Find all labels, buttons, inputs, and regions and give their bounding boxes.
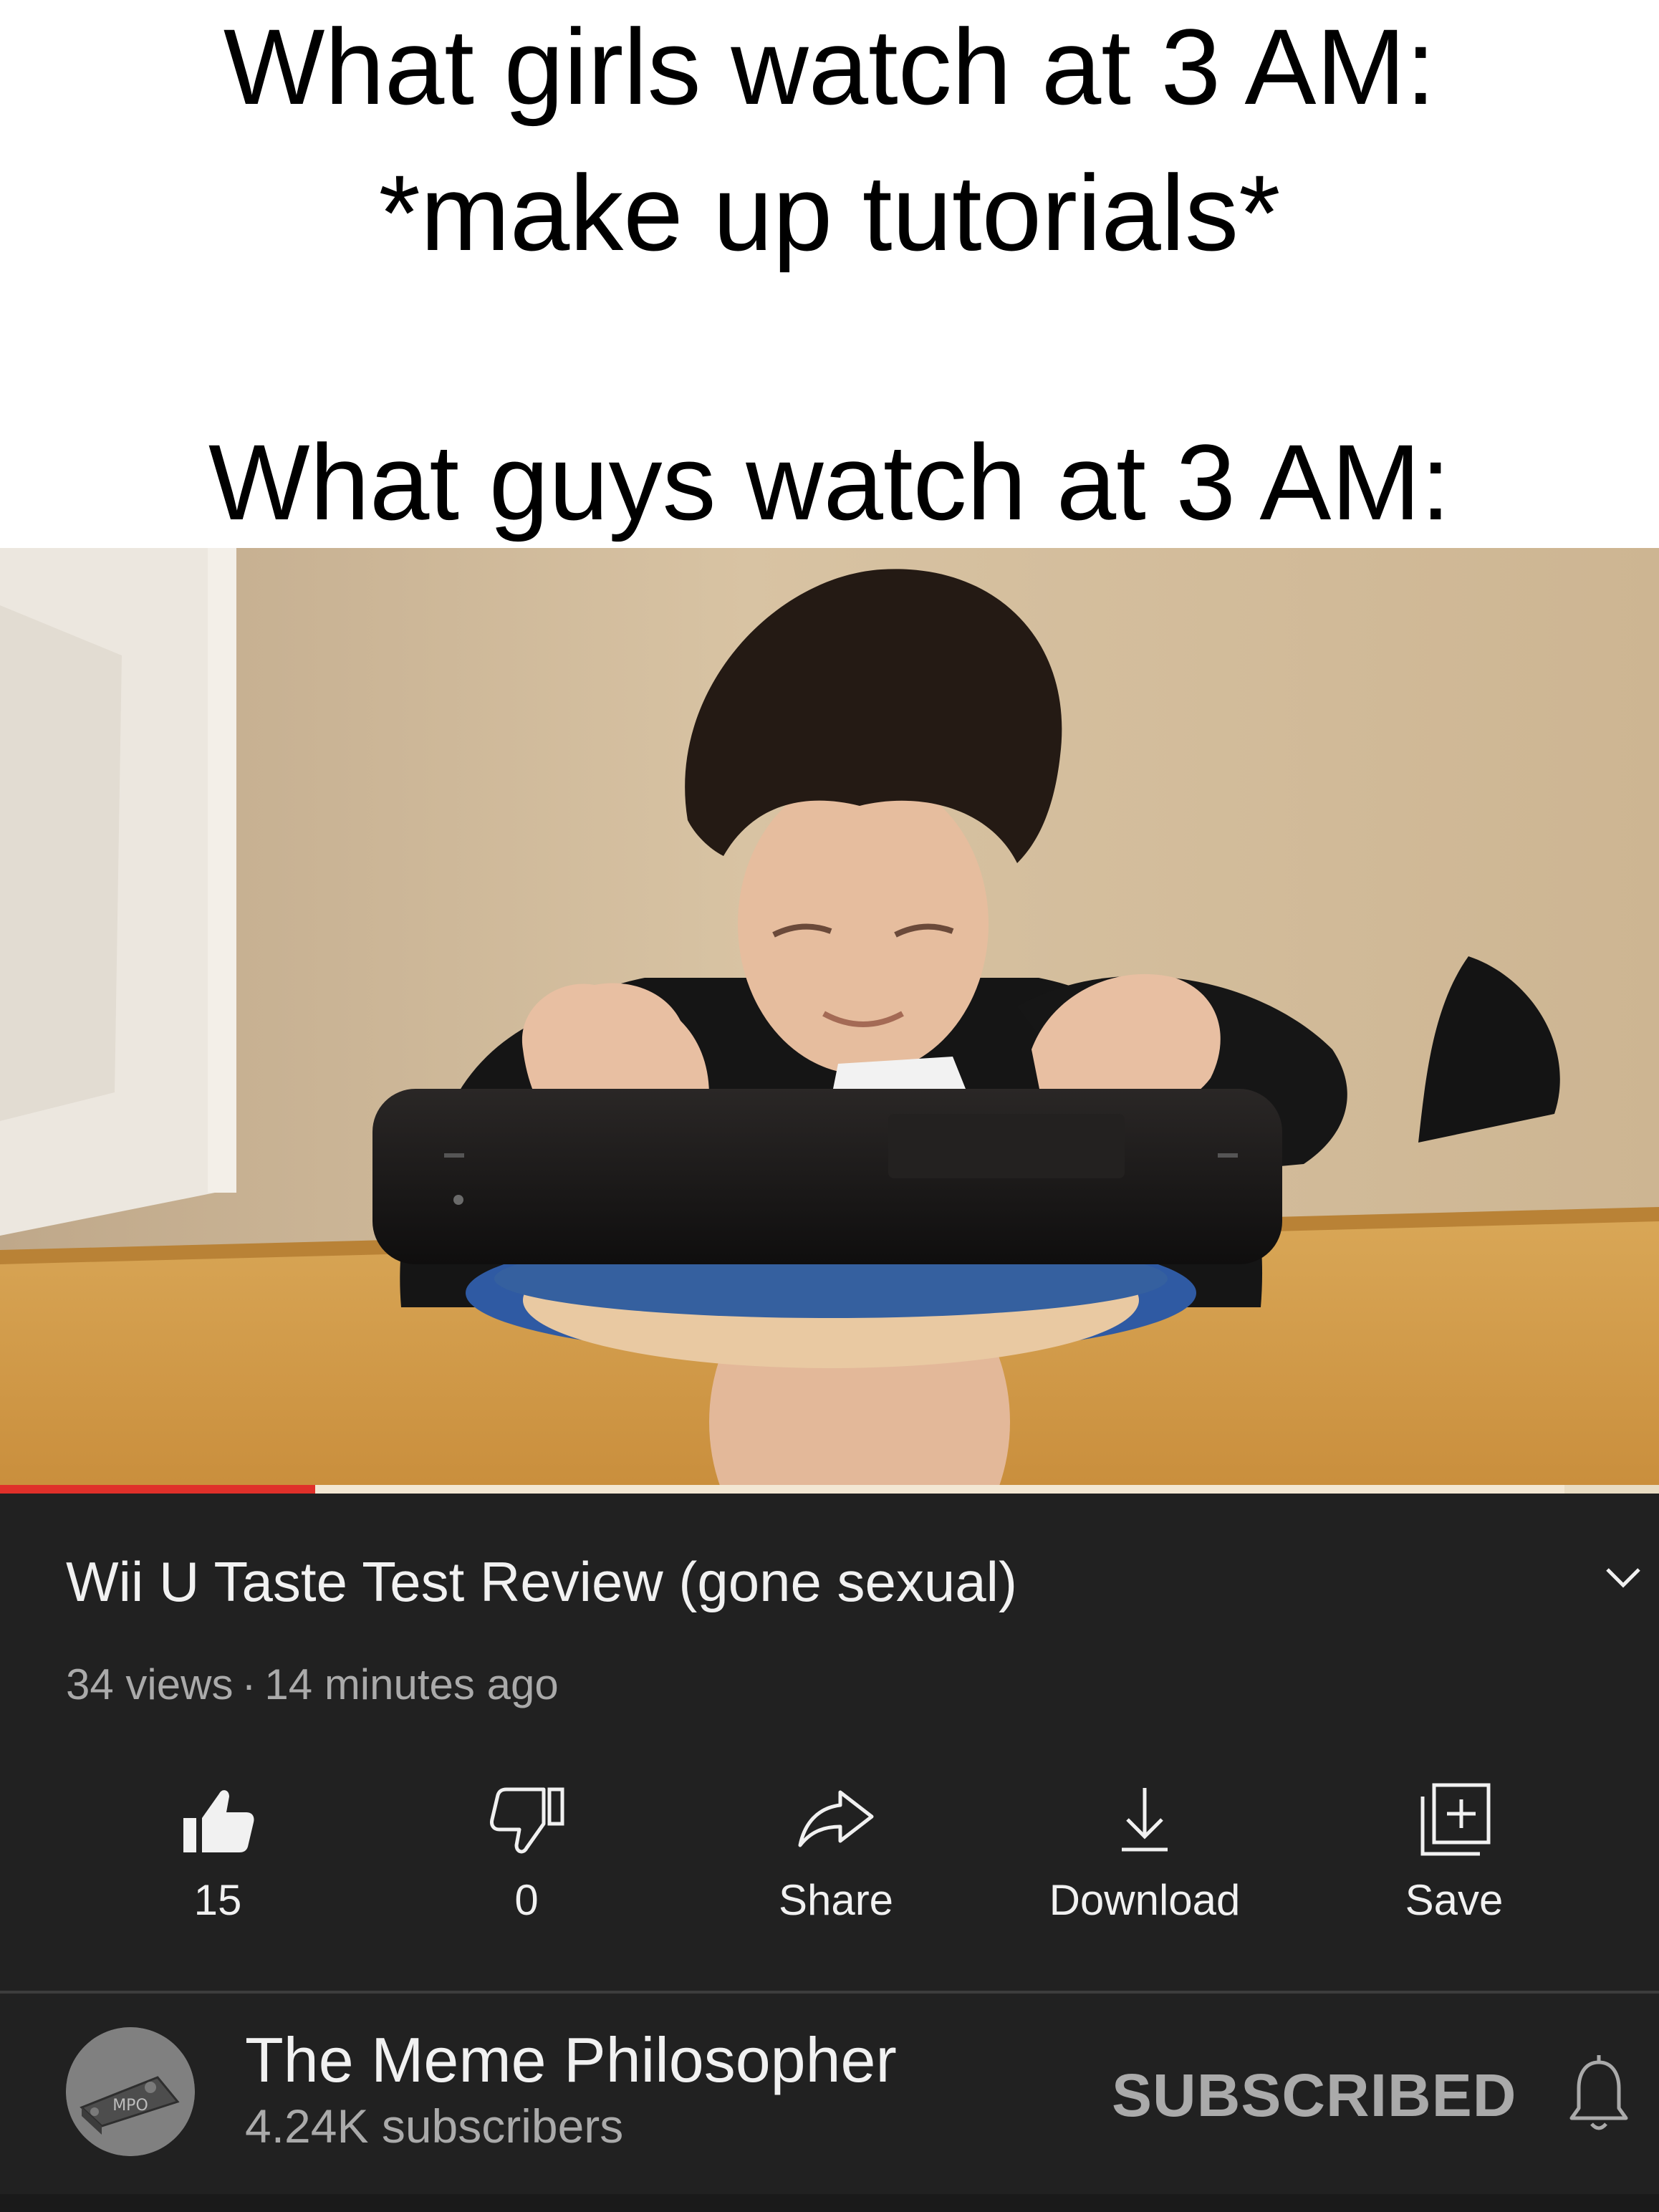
thumbs-down-icon: [490, 1787, 564, 1854]
notification-bell-icon[interactable]: [1563, 2052, 1635, 2138]
meme-caption-line-3: What guys watch at 3 AM:: [208, 422, 1451, 542]
video-frame-illustration: [0, 548, 1659, 1494]
video-title[interactable]: Wii U Taste Test Review (gone sexual): [66, 1549, 1017, 1615]
like-count: 15: [193, 1876, 242, 1924]
meta-separator: ·: [241, 1660, 256, 1708]
chevron-down-icon[interactable]: [1602, 1559, 1645, 1595]
upload-time: 14 minutes ago: [264, 1660, 559, 1708]
progress-buffered: [315, 1485, 1564, 1494]
channel-avatar[interactable]: MPO: [66, 2027, 195, 2156]
thumbs-up-filled-icon: [183, 1790, 254, 1852]
dislike-count: 0: [514, 1876, 539, 1924]
video-progress-bar[interactable]: [0, 1485, 1659, 1494]
save-button[interactable]: Save: [1347, 1776, 1562, 1948]
share-arrow-icon: [798, 1790, 874, 1847]
share-button[interactable]: Share: [728, 1776, 943, 1948]
video-player[interactable]: [0, 548, 1659, 1494]
subscribed-button[interactable]: SUBSCRIBED: [1112, 2061, 1516, 2130]
like-button[interactable]: 15: [110, 1776, 325, 1948]
download-button[interactable]: Download: [1037, 1776, 1252, 1948]
progress-played: [0, 1485, 315, 1494]
video-meta: 34 views · 14 minutes ago: [66, 1660, 559, 1709]
meme-caption-line-2: *make up tutorials*: [378, 153, 1281, 273]
save-label: Save: [1405, 1876, 1504, 1924]
dislike-button[interactable]: 0: [419, 1776, 634, 1948]
download-icon: [1122, 1788, 1168, 1852]
section-divider: [0, 1991, 1659, 1994]
add-to-playlist-icon: [1420, 1783, 1491, 1856]
view-count: 34 views: [66, 1660, 234, 1708]
cheese-logo-icon: MPO: [66, 2027, 195, 2156]
channel-name[interactable]: The Meme Philosopher: [245, 2024, 897, 2097]
avatar-logo-text: MPO: [112, 2097, 148, 2115]
video-info-panel: Wii U Taste Test Review (gone sexual) 34…: [0, 1494, 1659, 2212]
bottom-strip: [0, 2194, 1659, 2212]
download-label: Download: [1049, 1876, 1241, 1924]
share-label: Share: [778, 1876, 894, 1924]
meme-caption-line-1: What girls watch at 3 AM:: [223, 6, 1436, 127]
subscriber-count: 4.24K subscribers: [245, 2100, 624, 2153]
